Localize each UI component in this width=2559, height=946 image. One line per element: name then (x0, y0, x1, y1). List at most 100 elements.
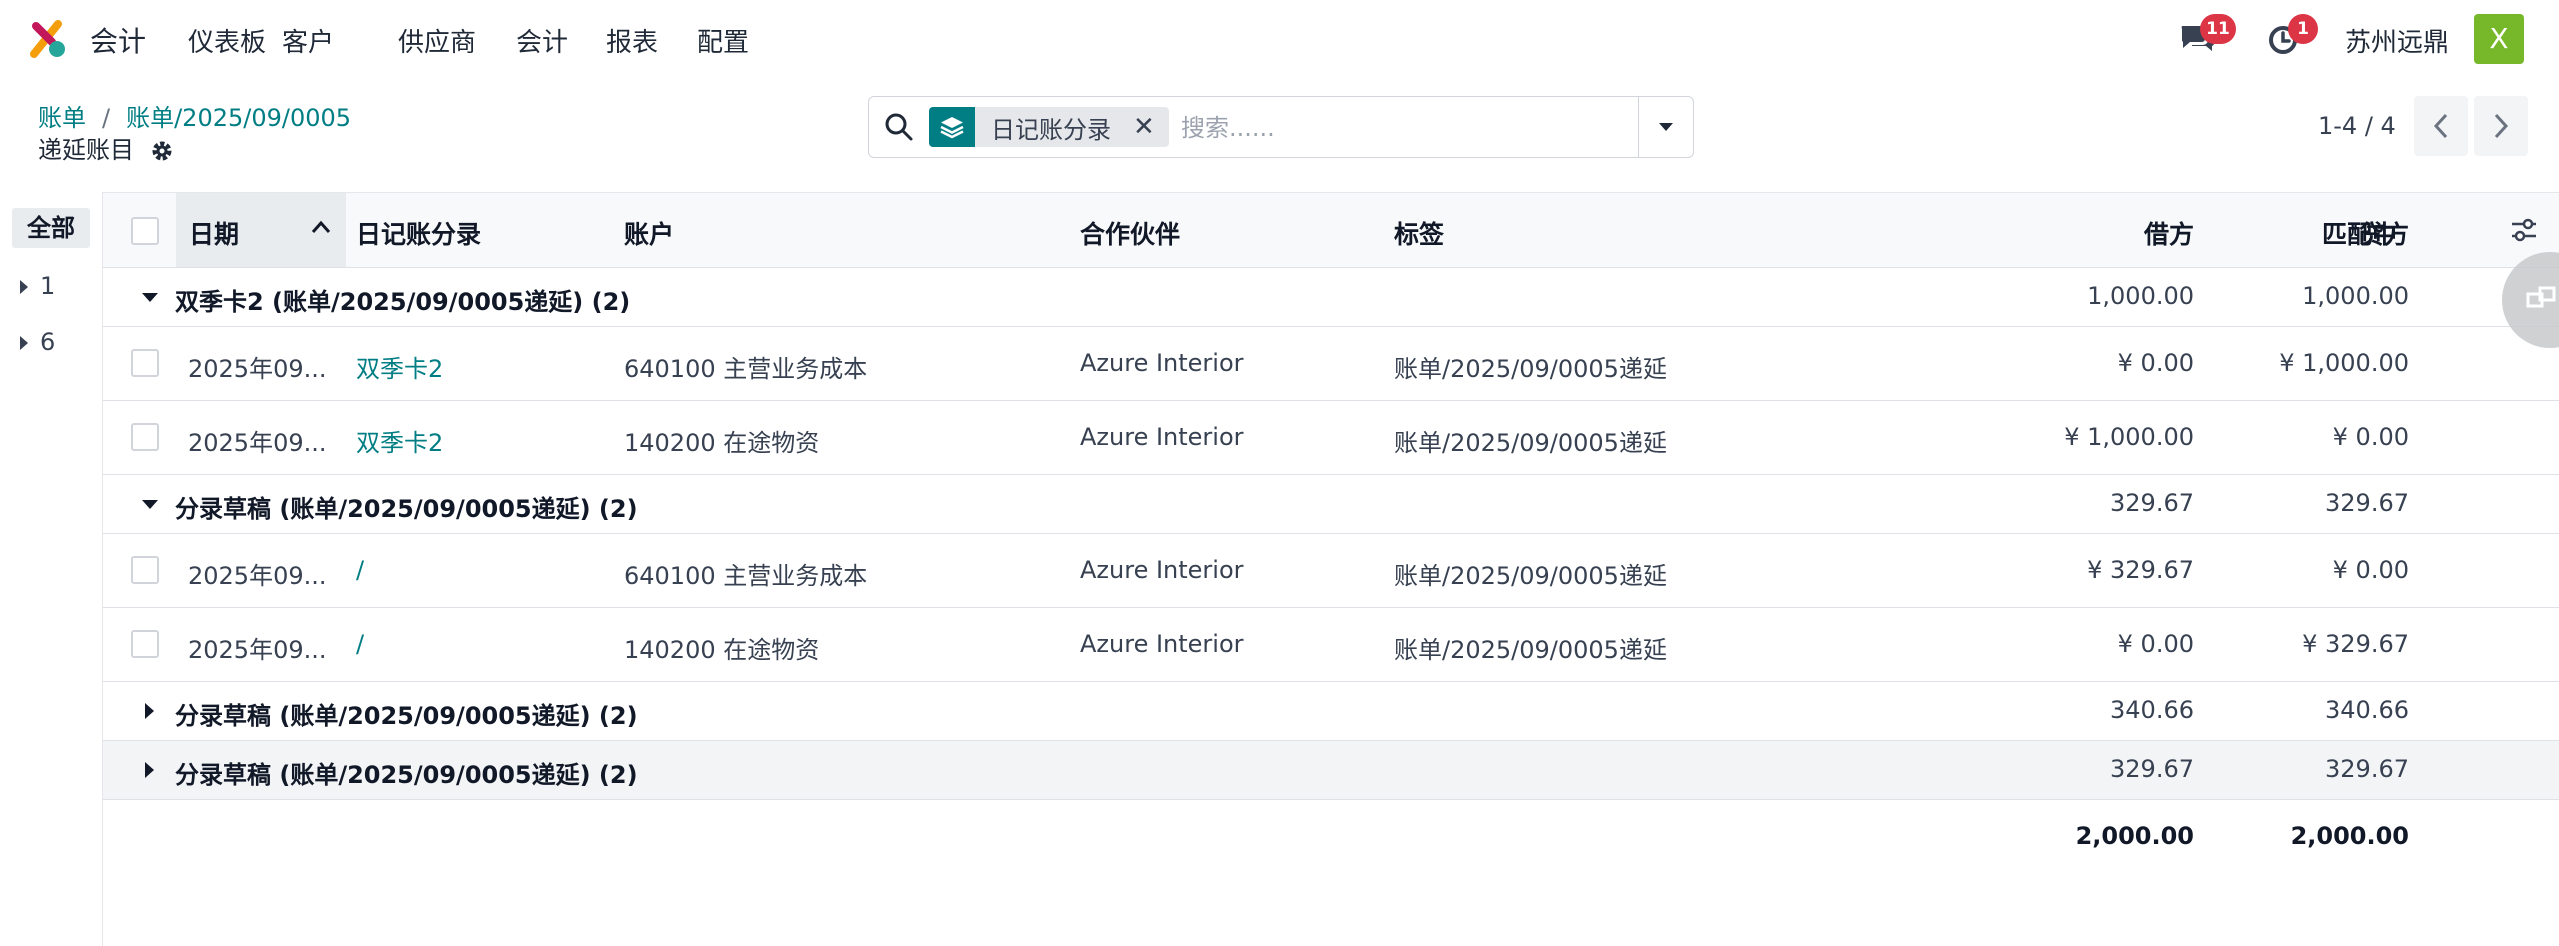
menu-dashboard[interactable]: 仪表板 (188, 22, 266, 59)
table-header: 日期 日记账分录 账户 合作伙伴 标签 借方 贷方 匹配中 (103, 192, 2559, 268)
group-row[interactable]: 分录草稿 (账单/2025/09/0005递延) (2) 329.67 329.… (103, 741, 2559, 800)
menu-customers[interactable]: 客户 (282, 22, 334, 59)
row-checkbox[interactable] (131, 423, 159, 451)
top-navbar: 会计 仪表板 客户 供应商 会计 报表 配置 11 1 苏州远鼎 X (0, 0, 2559, 78)
pager-previous-button[interactable] (2414, 96, 2468, 156)
row-partner: Azure Interior (1080, 556, 1244, 584)
row-debit: ¥ 1,000.00 (2064, 423, 2194, 451)
search-facet: 日记账分录 ✕ (929, 107, 1169, 147)
chevron-left-icon (2433, 113, 2448, 139)
column-header-entry[interactable]: 日记账分录 (356, 215, 481, 251)
pager-value[interactable]: 1-4 / 4 (2318, 112, 2396, 140)
group-row[interactable]: 双季卡2 (账单/2025/09/0005递延) (2) 1,000.00 1,… (103, 268, 2559, 327)
breadcrumb-bills[interactable]: 账单 (38, 104, 86, 132)
column-header-date[interactable]: 日期 (189, 215, 239, 251)
activity-badge: 1 (2288, 14, 2318, 44)
caret-down-icon (142, 293, 158, 302)
side-panel-item-label: 1 (40, 272, 56, 300)
group-debit-total: 329.67 (2110, 755, 2194, 783)
row-partner: Azure Interior (1080, 630, 1244, 658)
page-title: 递延账目 (38, 130, 174, 165)
menu-vendors[interactable]: 供应商 (398, 22, 476, 59)
row-account: 140200 在途物资 (624, 429, 820, 457)
group-row[interactable]: 分录草稿 (账单/2025/09/0005递延) (2) 340.66 340.… (103, 682, 2559, 741)
messages-button[interactable]: 11 (2178, 14, 2236, 60)
row-label: 账单/2025/09/0005递延 (1394, 636, 1667, 664)
caret-down-icon (142, 500, 158, 509)
row-entry-link[interactable]: / (356, 630, 364, 658)
row-date: 2025年09... (188, 429, 327, 457)
group-title: 分录草稿 (账单/2025/09/0005递延) (2) (175, 495, 638, 523)
menu-accounting[interactable]: 会计 (516, 22, 568, 59)
group-debit-total: 329.67 (2110, 489, 2194, 517)
row-credit: ¥ 0.00 (2332, 423, 2409, 451)
group-credit-total: 340.66 (2325, 696, 2409, 724)
table-row[interactable]: 2025年09... 双季卡2 640100 主营业务成本 Azure Inte… (103, 327, 2559, 401)
activity-button[interactable]: 1 (2266, 14, 2318, 60)
gear-icon[interactable] (150, 139, 174, 163)
side-panel-item-label: 6 (40, 328, 56, 356)
facet-remove-icon[interactable]: ✕ (1133, 112, 1155, 142)
group-debit-total: 1,000.00 (2087, 282, 2194, 310)
search-options-toggle[interactable] (1638, 97, 1693, 157)
search-bar: 日记账分录 ✕ (868, 96, 1694, 158)
row-entry-link[interactable]: 双季卡2 (356, 423, 443, 458)
search-input[interactable] (1179, 107, 1503, 149)
group-by-icon (929, 107, 975, 147)
table-row[interactable]: 2025年09... / 140200 在途物资 Azure Interior … (103, 608, 2559, 682)
row-checkbox[interactable] (131, 349, 159, 377)
group-title: 分录草稿 (账单/2025/09/0005递延) (2) (175, 761, 638, 789)
user-avatar[interactable]: X (2474, 14, 2524, 64)
menu-reporting[interactable]: 报表 (606, 22, 658, 59)
row-label: 账单/2025/09/0005递延 (1394, 429, 1667, 457)
table-row[interactable]: 2025年09... 双季卡2 140200 在途物资 Azure Interi… (103, 401, 2559, 475)
column-header-matching[interactable]: 匹配中 (2322, 215, 2397, 251)
row-debit: ¥ 0.00 (2117, 630, 2194, 658)
group-row[interactable]: 分录草稿 (账单/2025/09/0005递延) (2) 329.67 329.… (103, 475, 2559, 534)
breadcrumb-bill-record[interactable]: 账单/2025/09/0005 (126, 104, 351, 132)
row-account: 640100 主营业务成本 (624, 562, 868, 590)
table-footer-totals: 2,000.00 2,000.00 (103, 800, 2559, 872)
column-header-account[interactable]: 账户 (624, 215, 674, 251)
sort-ascending-icon[interactable] (310, 219, 332, 235)
row-checkbox[interactable] (131, 630, 159, 658)
caret-right-icon (145, 762, 154, 778)
app-name[interactable]: 会计 (90, 20, 146, 60)
group-debit-total: 340.66 (2110, 696, 2194, 724)
row-debit: ¥ 0.00 (2117, 349, 2194, 377)
menu-configuration[interactable]: 配置 (697, 22, 749, 59)
breadcrumb: 账单 / 账单/2025/09/0005 (38, 98, 351, 133)
side-panel-all[interactable]: 全部 (12, 208, 90, 248)
group-credit-total: 1,000.00 (2302, 282, 2409, 310)
app-logo-icon[interactable] (28, 18, 70, 60)
row-date: 2025年09... (188, 636, 327, 664)
total-credit: 2,000.00 (2290, 822, 2409, 850)
column-header-label[interactable]: 标签 (1394, 215, 1444, 251)
select-all-checkbox[interactable] (131, 217, 159, 245)
row-entry-link[interactable]: / (356, 556, 364, 584)
row-credit: ¥ 329.67 (2302, 630, 2409, 658)
optional-columns-icon[interactable] (2509, 215, 2539, 245)
chevron-right-icon (2494, 113, 2509, 139)
side-panel-item[interactable]: 6 (20, 328, 55, 356)
company-switcher[interactable]: 苏州远鼎 (2345, 22, 2449, 59)
row-account: 640100 主营业务成本 (624, 355, 868, 383)
table-row[interactable]: 2025年09... / 640100 主营业务成本 Azure Interio… (103, 534, 2559, 608)
group-title: 分录草稿 (账单/2025/09/0005递延) (2) (175, 702, 638, 730)
caret-right-icon (145, 703, 154, 719)
column-header-partner[interactable]: 合作伙伴 (1080, 215, 1180, 251)
row-entry-link[interactable]: 双季卡2 (356, 349, 443, 384)
side-panel-item[interactable]: 1 (20, 272, 55, 300)
search-icon[interactable] (883, 111, 915, 143)
column-header-debit[interactable]: 借方 (2144, 215, 2194, 251)
pager-next-button[interactable] (2474, 96, 2528, 156)
search-facet-label: 日记账分录 (991, 115, 1111, 144)
row-checkbox[interactable] (131, 556, 159, 584)
row-credit: ¥ 1,000.00 (2279, 349, 2409, 377)
row-debit: ¥ 329.67 (2087, 556, 2194, 584)
row-date: 2025年09... (188, 355, 327, 383)
caret-right-icon (20, 336, 28, 350)
group-title: 双季卡2 (账单/2025/09/0005递延) (2) (175, 288, 631, 316)
caret-down-icon (1659, 123, 1673, 131)
page-title-text: 递延账目 (38, 136, 134, 164)
